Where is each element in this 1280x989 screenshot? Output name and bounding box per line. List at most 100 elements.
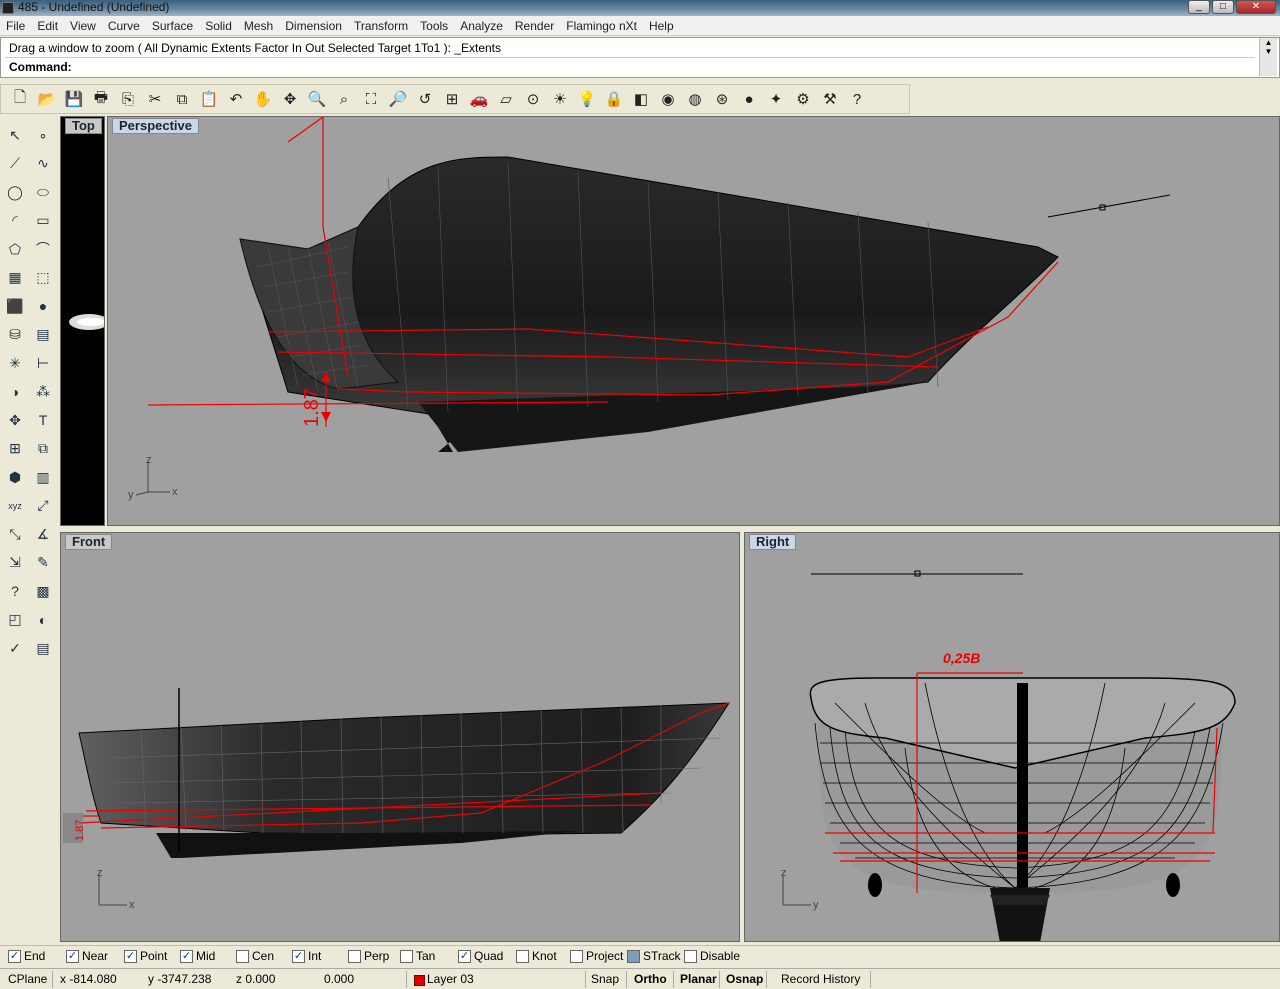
minimize-button[interactable]: _ (1188, 0, 1210, 14)
menu-solid[interactable]: Solid (199, 19, 238, 33)
ortho-toggle[interactable]: Ortho (634, 972, 667, 986)
render-icon[interactable]: ✦ (763, 86, 789, 112)
extrude-icon[interactable]: ⬚ (30, 265, 56, 291)
light-bulb-icon[interactable]: 💡 (574, 86, 600, 112)
cylinder-icon[interactable]: ⛁ (2, 322, 28, 348)
osnap-cen[interactable]: Cen (236, 949, 274, 963)
undo-view-icon[interactable]: ↺ (412, 86, 438, 112)
zoom-extents-icon[interactable]: ⛶ (358, 86, 384, 112)
box-icon[interactable]: ⬛ (2, 293, 28, 319)
zoom-selected-icon[interactable]: 🔎 (385, 86, 411, 112)
app-icon[interactable] (2, 2, 14, 14)
lock-icon[interactable]: 🔒 (601, 86, 627, 112)
osnap-checkbox[interactable] (570, 949, 583, 963)
viewport-perspective[interactable]: Perspective 1.87 z x y (107, 116, 1280, 526)
layer-icon[interactable]: ◧ (628, 86, 654, 112)
cut-icon[interactable]: ✂ (142, 86, 168, 112)
cplane-label[interactable]: CPlane (8, 972, 47, 986)
explode-icon[interactable]: ✳ (2, 350, 28, 376)
wireframe-sphere-icon[interactable]: ◍ (682, 86, 708, 112)
layer-name[interactable]: Layer 03 (427, 972, 474, 986)
osnap-knot[interactable]: Knot (516, 949, 557, 963)
menu-surface[interactable]: Surface (146, 19, 199, 33)
measure-icon[interactable]: ⤡ (2, 521, 28, 547)
osnap-checkbox[interactable] (516, 949, 529, 963)
xyz-icon[interactable]: xyz (2, 493, 28, 519)
rotate-view-icon[interactable]: ✥ (277, 86, 303, 112)
curvature-icon[interactable]: ◐ (30, 607, 56, 633)
cplane-icon[interactable]: ▱ (493, 86, 519, 112)
osnap-near[interactable]: ✓ Near (66, 949, 108, 963)
render-mesh-icon[interactable]: ▩ (30, 578, 56, 604)
copy-icon[interactable]: ⧉ (169, 86, 195, 112)
osnap-end[interactable]: ✓ End (8, 949, 45, 963)
menu-render[interactable]: Render (509, 19, 560, 33)
help-icon[interactable]: ? (844, 86, 870, 112)
mesh-icon[interactable]: ▤ (30, 322, 56, 348)
point-icon[interactable]: ∘ (30, 122, 56, 148)
curve-icon[interactable]: ∿ (30, 151, 56, 177)
group-icon[interactable]: ⊞ (2, 436, 28, 462)
sphere-icon[interactable]: ● (30, 293, 56, 319)
osnap-point[interactable]: ✓ Point (124, 949, 167, 963)
menu-curve[interactable]: Curve (102, 19, 146, 33)
mesh-sphere-icon[interactable]: ⊛ (709, 86, 735, 112)
snap-toggle[interactable]: Snap (591, 972, 619, 986)
arc-icon[interactable]: ◜ (2, 208, 28, 234)
save-icon[interactable]: 💾 (61, 86, 87, 112)
menu-tools[interactable]: Tools (414, 19, 454, 33)
menu-analyze[interactable]: Analyze (454, 19, 509, 33)
osnap-tan[interactable]: Tan (400, 949, 435, 963)
print-icon[interactable]: 🖶 (88, 86, 114, 112)
osnap-checkbox[interactable]: ✓ (292, 949, 305, 963)
layer-color-swatch[interactable] (414, 975, 425, 986)
osnap-project[interactable]: Project (570, 949, 623, 963)
polyline-icon[interactable]: ⟋ (2, 151, 28, 177)
osnap-checkbox[interactable]: ✓ (124, 949, 137, 963)
osnap-checkbox[interactable]: ✓ (458, 949, 471, 963)
settings-icon[interactable]: ⚙ (790, 86, 816, 112)
dimension-icon[interactable]: ⊢ (30, 350, 56, 376)
move-icon[interactable]: ✥ (2, 407, 28, 433)
split-icon[interactable]: ⤢ (30, 493, 56, 519)
import-icon[interactable]: ⎘ (115, 86, 141, 112)
close-button[interactable]: ✕ (1236, 0, 1276, 14)
new-icon[interactable]: 🗋 (7, 86, 33, 112)
osnap-disable[interactable]: Disable (684, 949, 740, 963)
color-wheel-icon[interactable]: ◉ (655, 86, 681, 112)
solid-icon[interactable]: ⬢ (2, 464, 28, 490)
open-icon[interactable]: 📂 (34, 86, 60, 112)
pan-icon[interactable]: ✋ (250, 86, 276, 112)
polygon-icon[interactable]: ⬠ (2, 236, 28, 262)
planar-toggle[interactable]: Planar (680, 972, 717, 986)
osnap-int[interactable]: ✓ Int (292, 949, 321, 963)
array-icon[interactable]: ⁂ (30, 379, 56, 405)
menu-edit[interactable]: Edit (31, 19, 64, 33)
options-icon[interactable]: ⚒ (817, 86, 843, 112)
block-icon[interactable]: ⧉ (30, 436, 56, 462)
osnap-perp[interactable]: Perp (348, 949, 389, 963)
viewport-front[interactable]: Front 1.87 z x (60, 532, 740, 942)
fillet-icon[interactable]: ⌒ (30, 236, 56, 262)
zoom-dynamic-icon[interactable]: 🔍 (304, 86, 330, 112)
rectangle-icon[interactable]: ▭ (30, 208, 56, 234)
ellipse-icon[interactable]: ⬭ (30, 179, 56, 205)
layer-icon[interactable]: ▤ (30, 635, 56, 661)
record-history-toggle[interactable]: Record History (781, 972, 860, 986)
edit-icon[interactable]: ✎ (30, 550, 56, 576)
car-icon[interactable]: 🚗 (466, 86, 492, 112)
viewport-top[interactable]: Top (60, 116, 105, 526)
surface-icon[interactable]: ▦ (2, 265, 28, 291)
osnap-checkbox[interactable] (684, 949, 697, 963)
osnap-toggle[interactable]: Osnap (726, 972, 763, 986)
osnap-mid[interactable]: ✓ Mid (180, 949, 215, 963)
hatch-icon[interactable]: ▥ (30, 464, 56, 490)
maximize-button[interactable]: □ (1212, 0, 1234, 14)
command-input[interactable] (81, 59, 1201, 74)
circle-icon[interactable]: ◯ (2, 179, 28, 205)
select-icon[interactable]: ↖ (2, 122, 28, 148)
text-icon[interactable]: T (30, 407, 56, 433)
osnap-strack[interactable]: STrack (627, 949, 681, 963)
render-sphere-icon[interactable]: ● (736, 86, 762, 112)
menu-transform[interactable]: Transform (348, 19, 414, 33)
